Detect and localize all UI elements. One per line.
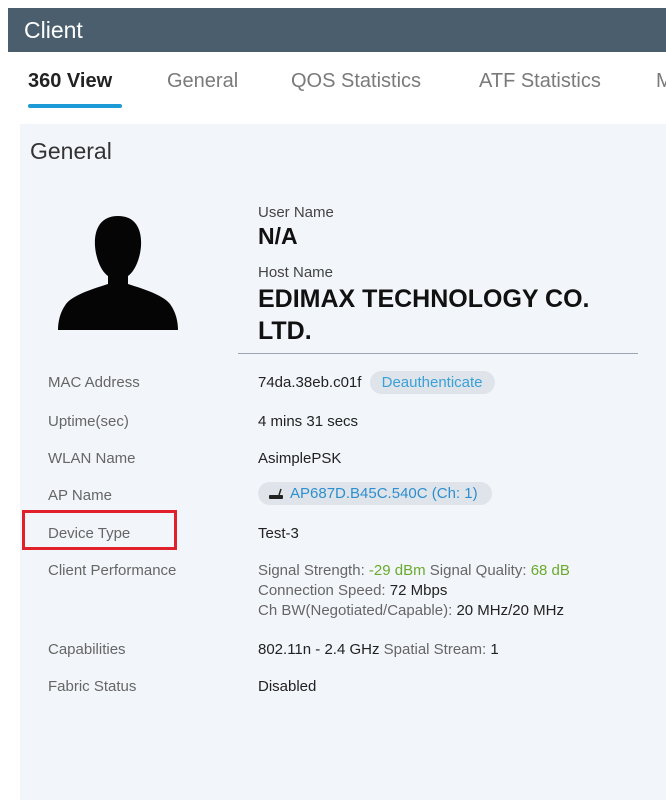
header-divider — [238, 353, 638, 354]
capabilities-row: 802.11n - 2.4 GHz Spatial Stream: 1 — [258, 641, 499, 658]
tab-bar: 360 View General QOS Statistics ATF Stat… — [8, 52, 666, 110]
tab-general[interactable]: General — [167, 70, 238, 93]
general-panel: General User Name N/A Host Name EDIMAX T… — [20, 124, 666, 800]
ch-bw-line: Ch BW(Negotiated/Capable): 20 MHz/20 MHz — [258, 601, 570, 621]
uptime-label: Uptime(sec) — [48, 413, 129, 430]
connection-speed-value: 72 Mbps — [389, 582, 448, 599]
wlan-name-label: WLAN Name — [48, 450, 136, 467]
host-name-value: EDIMAX TECHNOLOGY CO. LTD. — [258, 285, 590, 345]
device-type-highlight — [22, 510, 177, 550]
mac-address-row: 74da.38eb.c01f Deauthenticate — [258, 371, 495, 394]
wlan-name-value: AsimplePSK — [258, 450, 342, 467]
connection-speed-line: Connection Speed: 72 Mbps — [258, 581, 570, 601]
spatial-stream-value: 1 — [490, 641, 499, 658]
mac-address-value: 74da.38eb.c01f — [258, 374, 362, 391]
client-performance-label: Client Performance — [48, 562, 177, 579]
section-title: General — [30, 138, 112, 164]
host-name-label: Host Name — [258, 264, 334, 281]
ch-bw-value: 20 MHz/20 MHz — [456, 602, 564, 619]
tab-qos-statistics[interactable]: QOS Statistics — [291, 70, 421, 93]
user-silhouette-icon — [58, 216, 178, 330]
host-name-block: Host Name EDIMAX TECHNOLOGY CO. LTD. — [258, 264, 638, 347]
device-type-value: Test-3 — [258, 525, 299, 542]
fabric-status-label: Fabric Status — [48, 678, 137, 695]
tab-atf-statistics[interactable]: ATF Statistics — [479, 70, 601, 93]
connection-speed-label: Connection Speed: — [258, 582, 386, 599]
signal-quality-label: Signal Quality: — [429, 562, 527, 579]
tab-360-view[interactable]: 360 View — [28, 70, 112, 93]
mac-address-label: MAC Address — [48, 374, 140, 391]
signal-line: Signal Strength: -29 dBm Signal Quality:… — [258, 561, 570, 581]
deauthenticate-button[interactable]: Deauthenticate — [369, 371, 495, 394]
user-name-block: User Name N/A — [258, 204, 334, 250]
access-point-icon — [269, 488, 283, 499]
spatial-stream-label: Spatial Stream: — [383, 641, 487, 658]
user-name-value: N/A — [258, 223, 298, 249]
active-tab-indicator — [28, 104, 122, 108]
ap-name-label: AP Name — [48, 487, 112, 504]
ch-bw-label: Ch BW(Negotiated/Capable): — [258, 602, 453, 619]
uptime-value: 4 mins 31 secs — [258, 413, 359, 430]
user-name-label: User Name — [258, 204, 334, 221]
window-title: Client — [24, 16, 83, 43]
tab-more[interactable]: M — [656, 70, 666, 93]
ap-name-value: AP687D.B45C.540C (Ch: 1) — [290, 485, 478, 502]
signal-quality-value: 68 dB — [530, 562, 570, 579]
fabric-status-value: Disabled — [258, 678, 317, 695]
ap-name-link[interactable]: AP687D.B45C.540C (Ch: 1) — [258, 482, 492, 505]
window-header: Client — [8, 8, 666, 52]
signal-strength-label: Signal Strength: — [258, 562, 365, 579]
client-performance-value: Signal Strength: -29 dBm Signal Quality:… — [258, 561, 570, 621]
capabilities-label: Capabilities — [48, 641, 126, 658]
capabilities-value: 802.11n - 2.4 GHz — [258, 641, 380, 658]
signal-strength-value: -29 dBm — [368, 562, 426, 579]
